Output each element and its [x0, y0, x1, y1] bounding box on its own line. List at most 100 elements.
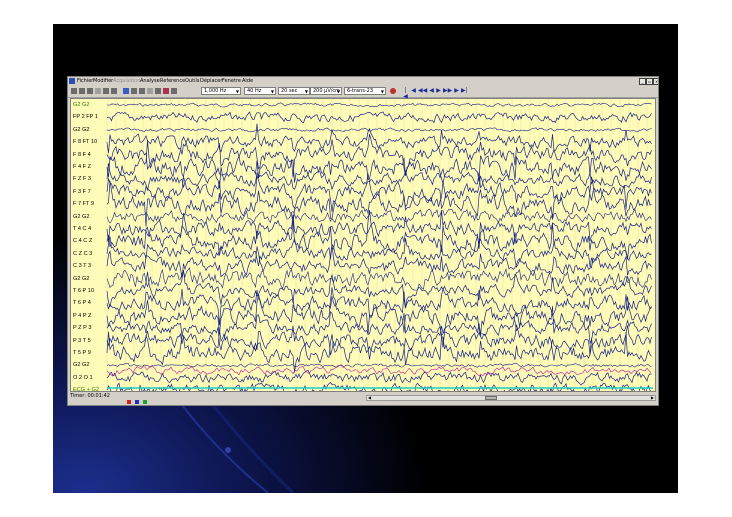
channel-label[interactable]: T 5 P 9 — [73, 350, 91, 356]
high-filter-select[interactable]: 40 Hz ▼ — [244, 87, 276, 95]
back-icon[interactable]: ◀ — [429, 88, 434, 94]
menu-fenetre[interactable]: Fenetre — [222, 77, 241, 86]
status-bar: Timer: 00:01:42 ◀ ▶ — [68, 393, 658, 405]
channel-label[interactable]: P 3 T 5 — [73, 338, 91, 344]
zoom-icon[interactable] — [131, 88, 137, 94]
channel-label[interactable]: F 7 FT 9 — [73, 201, 94, 207]
channel-label[interactable]: C 4 C Z — [73, 238, 92, 244]
eeg-application-window: Fichier Modifier Acquisition Analyse Ref… — [67, 76, 659, 406]
time-base-value: 20 sec — [281, 88, 298, 94]
marker-icon[interactable] — [139, 88, 145, 94]
eeg-trace — [106, 111, 652, 124]
prev-page-icon[interactable]: ◀ — [411, 88, 416, 94]
eeg-trace — [106, 127, 652, 133]
channel-label[interactable]: F 8 F 4 — [73, 152, 91, 158]
menu-fichier[interactable]: Fichier — [77, 77, 93, 86]
last-icon[interactable]: ▶| — [461, 88, 468, 94]
channel-label[interactable]: FP 2 FP 1 — [73, 114, 98, 120]
minimize-button[interactable]: _ — [639, 78, 646, 85]
channel-label[interactable]: T 4 C 4 — [73, 226, 91, 232]
list-icon[interactable] — [171, 88, 177, 94]
montage-select[interactable]: 6-trans-23 ▼ — [344, 87, 386, 95]
next-page-icon[interactable]: ▶ — [454, 88, 459, 94]
eeg-trace — [106, 362, 652, 368]
chevron-down-icon: ▼ — [270, 89, 274, 94]
status-red-icon — [127, 400, 131, 404]
low-filter-select[interactable]: 1,000 Hz ▼ — [201, 87, 241, 95]
menu-aide[interactable]: Aide — [242, 77, 253, 86]
channel-label[interactable]: C 3 T 3 — [73, 263, 91, 269]
channel-label[interactable]: F 4 F Z — [73, 164, 91, 170]
channel-label[interactable]: C Z C 3 — [73, 251, 92, 257]
channel-label[interactable]: G2 G2 — [73, 362, 89, 368]
fast-forward-icon[interactable]: ▶▶ — [443, 88, 452, 94]
first-icon[interactable]: |◀ — [403, 88, 408, 100]
eeg-trace — [106, 244, 652, 279]
eeg-trace — [106, 208, 652, 224]
chevron-down-icon: ▼ — [336, 89, 340, 94]
channel-label[interactable]: F Z F 3 — [73, 176, 91, 182]
eeg-trace — [106, 287, 652, 348]
print-icon[interactable] — [87, 88, 93, 94]
menu-deplacer[interactable]: Déplacer — [200, 77, 222, 86]
copy-icon[interactable] — [103, 88, 109, 94]
maximize-button[interactable]: ▫ — [646, 78, 653, 85]
ecg-secondary-trace — [106, 364, 652, 377]
eeg-trace-panel[interactable]: G2 G2 FP 2 FP 1 G2 G2 F 8 FT 10 F 8 F 4 F 4 F… — [70, 98, 656, 393]
channel-label[interactable]: P Z P 3 — [73, 325, 91, 331]
channel-label[interactable]: G2 G2 — [73, 214, 89, 220]
toolbar: 1,000 Hz ▼ 40 Hz ▼ 20 sec ▼ 200 µV/cm ▼ … — [68, 86, 658, 100]
channel-label[interactable]: T 6 P 10 — [73, 288, 94, 294]
gain-select[interactable]: 200 µV/cm ▼ — [310, 87, 342, 95]
low-filter-value: 1,000 Hz — [204, 88, 227, 94]
scroll-left-icon[interactable]: ◀ — [368, 396, 371, 400]
channel-label[interactable]: P 4 P Z — [73, 313, 91, 319]
open-icon[interactable] — [71, 88, 77, 94]
eeg-trace — [106, 269, 652, 309]
grid-icon[interactable] — [155, 88, 161, 94]
eeg-trace — [106, 267, 652, 291]
channel-label[interactable]: G2 G2 — [73, 102, 89, 108]
eeg-trace — [106, 210, 652, 250]
channel-label[interactable]: O 2 O 1 — [73, 375, 93, 381]
status-green-icon — [143, 400, 147, 404]
cut-icon[interactable] — [95, 88, 101, 94]
close-button[interactable]: x — [653, 78, 658, 85]
chevron-down-icon: ▼ — [235, 89, 239, 94]
eeg-trace — [106, 176, 652, 227]
channel-label[interactable]: G2 G2 — [73, 127, 89, 133]
record-icon[interactable] — [163, 88, 169, 94]
high-filter-value: 40 Hz — [247, 88, 262, 94]
chevron-down-icon: ▼ — [304, 89, 308, 94]
channel-label[interactable]: F 8 FT 10 — [73, 139, 97, 145]
time-base-select[interactable]: 20 sec ▼ — [278, 87, 310, 95]
scroll-right-icon[interactable]: ▶ — [651, 396, 654, 400]
rewind-icon[interactable]: ◀◀ — [418, 88, 427, 94]
channel-label[interactable]: T 6 P 4 — [73, 300, 91, 306]
eeg-traces — [106, 99, 653, 391]
pen-icon[interactable] — [147, 88, 153, 94]
chevron-down-icon: ▼ — [380, 89, 384, 94]
play-icon[interactable]: ▶ — [436, 88, 441, 94]
eeg-trace — [106, 381, 651, 391]
eeg-trace — [107, 102, 652, 108]
menu-reference[interactable]: Reference — [160, 77, 185, 86]
status-blue-icon — [135, 400, 139, 404]
timer-readout: Timer: 00:01:42 — [70, 393, 110, 399]
channel-label[interactable]: G2 G2 — [73, 276, 89, 282]
montage-value: 6-trans-23 — [347, 88, 374, 94]
save-icon[interactable] — [79, 88, 85, 94]
paste-icon[interactable] — [111, 88, 117, 94]
app-icon — [69, 78, 75, 84]
menu-analyse[interactable]: Analyse — [140, 77, 160, 86]
eeg-trace — [106, 236, 652, 269]
eeg-trace — [106, 287, 652, 326]
menu-outils[interactable]: Outils — [185, 77, 199, 86]
menu-acquisition[interactable]: Acquisition — [113, 77, 140, 86]
scroll-thumb[interactable] — [485, 396, 497, 400]
horizontal-scrollbar[interactable]: ◀ ▶ — [366, 395, 656, 401]
stop-icon[interactable] — [390, 88, 396, 94]
settings-icon[interactable] — [123, 88, 129, 94]
menu-modifier[interactable]: Modifier — [93, 77, 113, 86]
channel-label[interactable]: F 3 F 7 — [73, 189, 91, 195]
